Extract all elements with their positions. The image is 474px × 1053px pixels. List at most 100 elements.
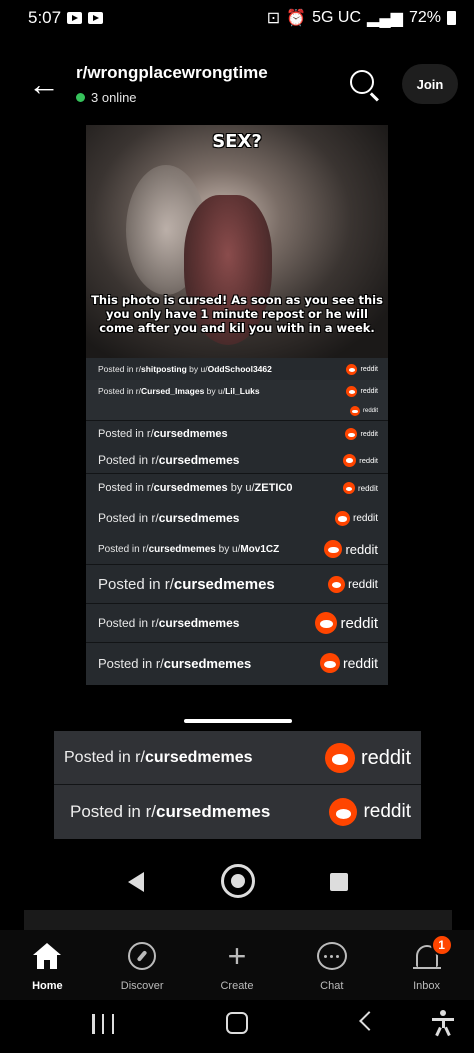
system-home-icon[interactable] [226,1012,248,1034]
embedded-bottom-strip [24,910,452,930]
watermark-text: Posted in r/cursedmemes by u/ZETIC0 [98,482,293,494]
post-image[interactable]: SEX? This photo is cursed! As soon as yo… [86,125,388,685]
status-bar: 5:07 ⊡ ⏰ 5G UC ▂▄▆ 72% [0,0,474,36]
reddit-logo-icon [346,363,358,375]
reddit-watermark: reddit [329,798,411,826]
watermark-row: Posted in r/cursedmemes reddit [86,447,388,473]
watermark-panel: Posted in r/cursedmemes reddit Posted in r… [54,731,421,839]
watermark-row: Posted in r/Cursed_Images by u/Lil_Luks r… [86,380,388,402]
reddit-watermark: reddit [345,428,378,440]
reddit-watermark: reddit [327,575,378,593]
recent-apps-icon[interactable] [92,1014,114,1034]
meme-caption: This photo is cursed! As soon as you see… [91,293,383,335]
watermark-row: Posted in r/cursedmemes reddit [86,565,388,603]
reddit-watermark: reddit [334,510,378,526]
reddit-watermark: reddit [346,363,378,375]
reddit-logo-icon [315,612,338,634]
watermark-text: Posted in r/cursedmemes [98,575,275,593]
watermark-row: Posted in r/cursedmemes by u/ZETIC0 reddi… [86,474,388,502]
reddit-logo-icon [349,406,360,416]
battery-icon [447,11,456,25]
reddit-watermark: reddit [343,453,378,467]
reddit-watermark: reddit [342,482,378,494]
subreddit-info[interactable]: r/wrongplacewrongtime 3 online [76,63,344,105]
subreddit-name: r/wrongplacewrongtime [76,63,268,82]
reddit-watermark: reddit [324,540,378,558]
watermark-text: Posted in r/cursedmemes by u/Mov1CZ [98,543,280,555]
bottom-nav: Home Discover + Create Chat 1 Inbox [0,930,474,1000]
back-arrow-icon[interactable]: ← [24,64,64,104]
watermark-text: Posted in r/cursedmemes [98,453,240,467]
embedded-nav-bar [0,862,474,902]
online-count: 3 online [91,90,137,105]
signal-icon: ▂▄▆ [367,10,403,27]
nav-discover[interactable]: Discover [95,930,190,1000]
watermark-text: Posted in r/cursedmemes [98,655,252,671]
watermark-row: reddit [86,402,388,420]
compass-icon [128,942,157,970]
reddit-logo-icon [324,743,355,773]
join-button[interactable]: Join [402,64,458,104]
cursed-photo: SEX? This photo is cursed! As soon as yo… [86,125,388,358]
chat-icon [316,942,347,970]
reddit-logo-icon [346,385,358,397]
watermark-text: Posted in r/Cursed_Images by u/Lil_Luks [98,386,260,396]
watermark-text: Posted in r/cursedmemes [98,616,240,630]
nav-chat-label: Chat [320,980,344,992]
nav-inbox-label: Inbox [413,980,441,992]
online-status: 3 online [76,90,344,105]
reddit-watermark: reddit [324,743,411,773]
reddit-logo-icon [324,540,343,558]
nav-home-label: Home [32,980,63,992]
system-back-icon[interactable] [359,1011,379,1031]
youtube-icon [67,12,83,24]
watermark-text: Posted in r/cursedmemes [70,802,271,821]
nav-create[interactable]: + Create [190,930,285,1000]
inbox-badge: 1 [430,934,453,956]
reddit-logo-icon [343,453,357,467]
youtube-icon [88,12,104,24]
embedded-home-icon [221,864,255,898]
nav-discover-label: Discover [120,980,164,992]
watermark-text: Posted in r/shitposting by u/OddSchool34… [98,364,272,374]
plus-icon: + [227,938,247,974]
reddit-watermark: reddit [315,612,378,634]
clock: 5:07 [28,8,62,27]
reddit-logo-icon [327,575,345,593]
reddit-logo-icon [342,482,355,494]
battery-label: 72% [408,9,441,26]
watermark-row: Posted in r/cursedmemes reddit [86,643,388,683]
watermark-text: Posted in r/cursedmemes [64,749,253,766]
watermark-row-large: Posted in r/cursedmemes reddit [54,739,421,777]
reddit-logo-icon [329,798,358,826]
watermark-row: Posted in r/shitposting by u/OddSchool34… [86,358,388,380]
reddit-watermark: reddit [349,406,378,416]
meme-title: SEX? [212,131,262,152]
watermark-row-large: Posted in r/cursedmemes reddit [54,793,421,831]
watermark-row: Posted in r/cursedmemes reddit [86,502,388,534]
reddit-watermark: reddit [319,653,378,673]
alarm-icon: ⏰ [286,10,307,27]
search-icon[interactable] [344,64,384,104]
nav-chat[interactable]: Chat [284,930,379,1000]
watermark-row: Posted in r/cursedmemes reddit [86,604,388,642]
image-divider [184,719,292,723]
reddit-watermark: reddit [346,385,378,397]
network-label: 5G UC [312,9,362,26]
watermark-row: Posted in r/cursedmemes by u/Mov1CZ reddi… [86,534,388,564]
watermark-row: Posted in r/cursedmemes reddit [86,421,388,447]
reddit-logo-icon [345,428,358,440]
watermark-text: Posted in r/cursedmemes [98,511,240,525]
online-dot-icon [76,93,85,102]
watermark-list: Posted in r/shitposting by u/OddSchool34… [86,358,388,683]
reddit-logo-icon [319,653,340,673]
nav-inbox[interactable]: 1 Inbox [379,930,474,1000]
subreddit-header: ← r/wrongplacewrongtime 3 online Join [0,44,474,124]
accessibility-icon[interactable] [432,1010,454,1037]
embedded-back-icon [128,872,144,892]
row-divider [54,784,421,785]
watermark-text: Posted in r/cursedmemes [98,428,228,440]
nav-home[interactable]: Home [0,930,95,1000]
lock-icon: ⊡ [266,10,281,27]
nav-create-label: Create [220,980,254,992]
